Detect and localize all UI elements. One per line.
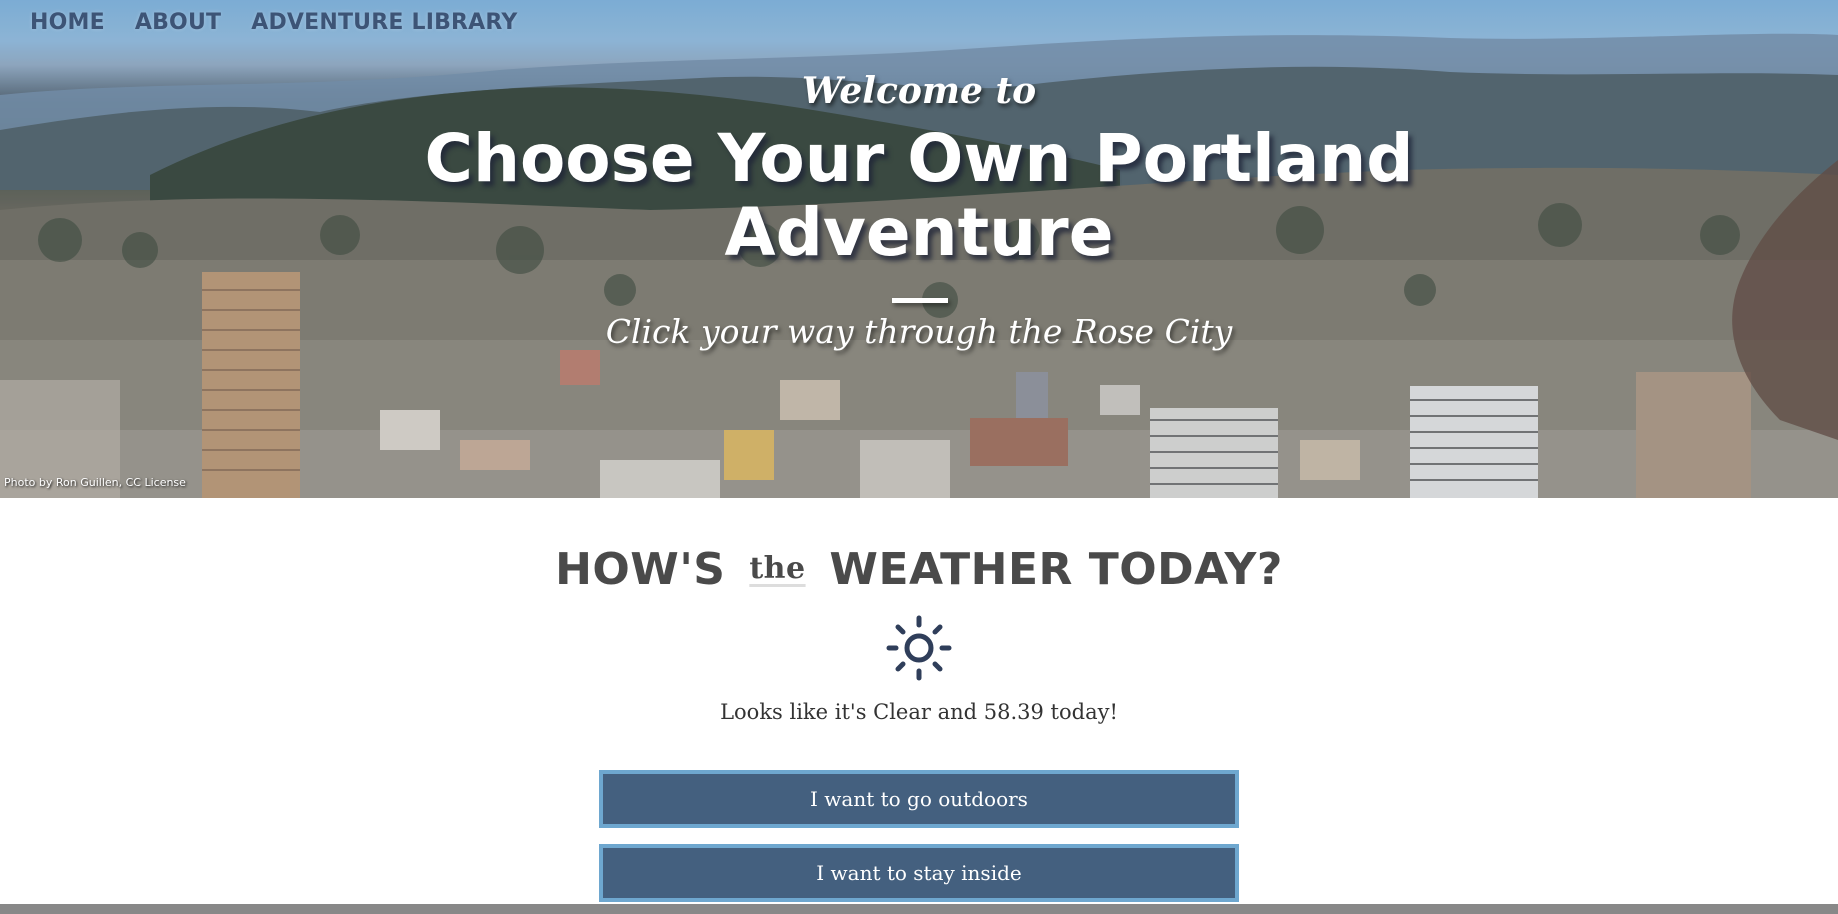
weather-status-text: Looks like it's Clear and 58.39 today! bbox=[720, 700, 1118, 724]
weather-heading-the: the bbox=[749, 551, 806, 586]
title-line-2: Adventure bbox=[724, 194, 1114, 271]
nav-about-link[interactable]: ABOUT bbox=[135, 10, 221, 35]
weather-heading-end: WEATHER TODAY? bbox=[829, 544, 1283, 595]
nav-adventure-library-link[interactable]: ADVENTURE LIBRARY bbox=[251, 10, 517, 35]
sun-icon bbox=[886, 615, 952, 681]
hero-banner: Welcome to Choose Your Own Portland Adve… bbox=[0, 0, 1838, 498]
weather-heading-start: HOW'S bbox=[555, 544, 726, 595]
photo-credit: Photo by Ron Guillen, CC License bbox=[4, 476, 186, 489]
title-divider bbox=[892, 298, 948, 303]
main-nav: HOME ABOUT ADVENTURE LIBRARY bbox=[30, 10, 547, 35]
bottom-scroll-bar bbox=[0, 904, 1838, 914]
weather-heading: HOW'S the WEATHER TODAY? bbox=[0, 544, 1838, 595]
stay-inside-button[interactable]: I want to stay inside bbox=[599, 844, 1239, 902]
page-title: Choose Your Own Portland Adventure bbox=[369, 122, 1469, 270]
welcome-text: Welcome to bbox=[801, 70, 1037, 112]
title-line-1: Choose Your Own Portland bbox=[424, 120, 1414, 197]
nav-home-link[interactable]: HOME bbox=[30, 10, 105, 35]
hero-subtitle: Click your way through the Rose City bbox=[605, 312, 1233, 351]
go-outdoors-button[interactable]: I want to go outdoors bbox=[599, 770, 1239, 828]
weather-section: HOW'S the WEATHER TODAY? Looks like it's… bbox=[0, 498, 1838, 914]
